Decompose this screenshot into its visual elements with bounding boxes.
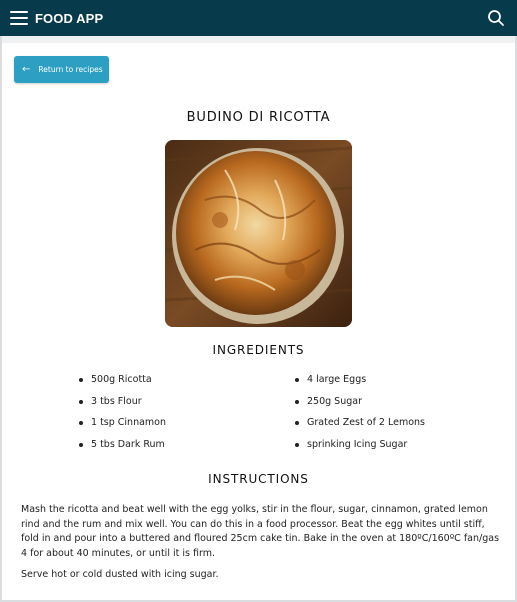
- ingredient-item: 250g Sugar: [295, 396, 425, 418]
- instructions-heading: INSTRUCTIONS: [208, 472, 309, 486]
- ingredient-item: 3 tbs Flour: [79, 396, 166, 418]
- ingredient-item: sprinking Icing Sugar: [295, 439, 425, 461]
- ingredient-item: 4 large Eggs: [295, 374, 425, 396]
- instructions-paragraph: Mash the ricotta and beat well with the …: [21, 504, 500, 559]
- ingredients-list-left: 500g Ricotta 3 tbs Flour 1 tsp Cinnamon …: [79, 374, 166, 460]
- ingredient-item: 1 tsp Cinnamon: [79, 417, 166, 439]
- ingredients-heading: INGREDIENTS: [212, 343, 305, 357]
- top-navbar: FOOD APP: [0, 0, 517, 36]
- navbar-shadow-strip: [2, 36, 515, 43]
- arrow-left-icon: ←: [22, 63, 31, 75]
- ingredient-item: 5 tbs Dark Rum: [79, 439, 166, 461]
- ingredient-item: 500g Ricotta: [79, 374, 166, 396]
- app-title: FOOD APP: [35, 10, 104, 26]
- recipe-photo: [165, 140, 352, 327]
- hamburger-menu-icon[interactable]: [10, 11, 28, 25]
- ingredient-item: Grated Zest of 2 Lemons: [295, 417, 425, 439]
- recipe-title: BUDINO DI RICOTTA: [186, 110, 331, 125]
- ingredients-list-right: 4 large Eggs 250g Sugar Grated Zest of 2…: [295, 374, 425, 460]
- instructions-body: Mash the ricotta and beat well with the …: [21, 503, 501, 583]
- return-to-recipes-label: Return to recipes: [38, 65, 103, 74]
- return-to-recipes-button[interactable]: ← Return to recipes: [14, 56, 109, 83]
- search-icon[interactable]: [487, 9, 505, 27]
- instructions-paragraph: Serve hot or cold dusted with icing suga…: [21, 569, 219, 580]
